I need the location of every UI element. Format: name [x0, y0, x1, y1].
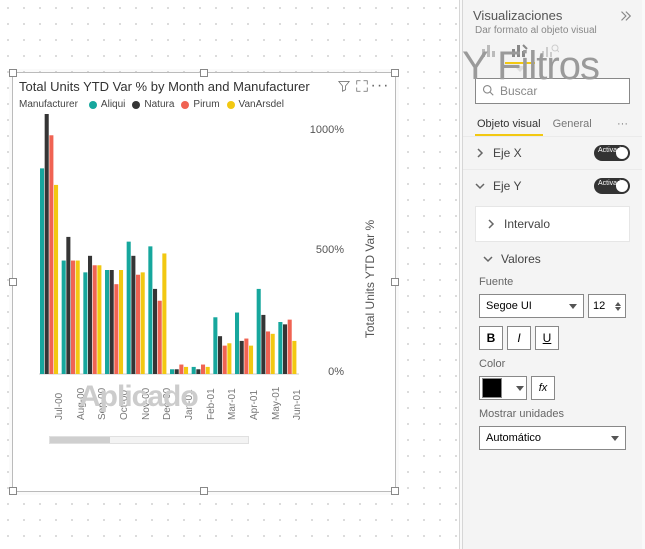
section-intervalo[interactable]: Intervalo: [475, 206, 630, 242]
pane-title: Visualizaciones: [473, 8, 618, 23]
x-tick: Apr-01: [249, 390, 260, 420]
stepper-down-icon[interactable]: [615, 307, 621, 311]
y-tick: 500%: [316, 244, 344, 256]
visual-container[interactable]: Total Units YTD Var % by Month and Manuf…: [12, 72, 396, 492]
legend-swatch: [227, 101, 235, 109]
watermark-text: Aplicado: [79, 380, 198, 414]
legend-swatch: [181, 101, 189, 109]
underline-button[interactable]: U: [535, 326, 559, 350]
resize-handle[interactable]: [9, 278, 17, 286]
x-tick: Jul-00: [54, 393, 65, 420]
legend-swatch: [89, 101, 97, 109]
font-family-select[interactable]: Segoe UI: [479, 294, 584, 318]
focus-mode-icon[interactable]: [353, 77, 371, 95]
x-tick: Feb-01: [206, 388, 217, 420]
build-visual-tab[interactable]: [475, 40, 505, 64]
font-size-value: 12: [593, 300, 605, 312]
bold-button[interactable]: B: [479, 326, 503, 350]
field-label-units: Mostrar unidades: [463, 404, 642, 422]
format-visual-tab[interactable]: [505, 40, 535, 64]
x-axis-toggle[interactable]: Activado: [594, 145, 630, 161]
legend-label: Pirum: [193, 99, 219, 110]
y-tick: 0%: [328, 366, 344, 378]
chevron-down-icon: [475, 180, 487, 192]
y-axis-title: Total Units YTD Var %: [363, 220, 377, 338]
resize-handle[interactable]: [9, 487, 17, 495]
resize-handle[interactable]: [391, 487, 399, 495]
visualizations-pane: Visualizaciones Dar formato al objeto vi…: [462, 0, 642, 549]
chevron-down-icon: [483, 253, 495, 265]
x-tick: Mar-01: [227, 388, 238, 420]
resize-handle[interactable]: [391, 278, 399, 286]
legend-label: Natura: [144, 99, 174, 110]
chevron-right-icon: [475, 147, 487, 159]
section-valores[interactable]: Valores: [463, 246, 642, 272]
tabs-more-icon[interactable]: ···: [615, 114, 630, 136]
section-label: Intervalo: [504, 217, 550, 231]
field-label-font: Fuente: [463, 272, 642, 290]
chevron-down-icon: [516, 386, 524, 391]
horizontal-scrollbar[interactable]: [49, 436, 249, 444]
search-placeholder: Buscar: [500, 84, 537, 98]
expand-pane-icon[interactable]: [618, 9, 632, 23]
chart-plot-area[interactable]: 1000% 500% 0% Total Units YTD Var % Jul-…: [19, 114, 389, 444]
chevron-down-icon: [569, 304, 577, 309]
more-options-icon[interactable]: ···: [371, 77, 389, 95]
display-units-value: Automático: [486, 432, 541, 444]
display-units-select[interactable]: Automático: [479, 426, 626, 450]
pane-subtitle: Dar formato al objeto visual: [463, 25, 642, 40]
y-axis-toggle[interactable]: Activado: [594, 178, 630, 194]
filter-icon[interactable]: [335, 77, 353, 95]
bar-chart: [39, 114, 299, 394]
resize-handle[interactable]: [200, 69, 208, 77]
resize-handle[interactable]: [200, 487, 208, 495]
tab-general[interactable]: General: [551, 114, 594, 136]
fx-button[interactable]: fx: [531, 376, 555, 400]
section-x-axis[interactable]: Eje X Activado: [463, 136, 642, 169]
chevron-down-icon: [611, 436, 619, 441]
font-family-value: Segoe UI: [486, 300, 532, 312]
y-tick: 1000%: [310, 124, 344, 136]
resize-handle[interactable]: [9, 69, 17, 77]
color-swatch: [482, 378, 502, 398]
report-canvas[interactable]: Total Units YTD Var % by Month and Manuf…: [0, 0, 460, 549]
section-label: Valores: [501, 252, 541, 266]
format-search-input[interactable]: Buscar: [475, 78, 630, 104]
x-tick: Jun-01: [292, 389, 303, 420]
search-icon: [482, 84, 494, 99]
legend-label: VanArsdel: [239, 99, 284, 110]
visual-title: Total Units YTD Var % by Month and Manuf…: [19, 79, 335, 94]
legend-title: Manufacturer: [19, 99, 78, 110]
section-y-axis[interactable]: Eje Y Activado: [463, 169, 642, 202]
italic-button[interactable]: I: [507, 326, 531, 350]
x-tick: May-01: [271, 387, 282, 420]
field-label-color: Color: [463, 354, 642, 372]
legend-label: Aliqui: [101, 99, 125, 110]
font-size-input[interactable]: 12: [588, 294, 626, 318]
legend: Manufacturer Aliqui Natura Pirum VanArsd…: [13, 97, 395, 112]
legend-swatch: [132, 101, 140, 109]
section-label: Eje Y: [493, 179, 521, 193]
section-label: Eje X: [493, 146, 522, 160]
analytics-tab[interactable]: [535, 40, 565, 64]
color-picker[interactable]: [479, 376, 527, 400]
chevron-right-icon: [486, 218, 498, 230]
resize-handle[interactable]: [391, 69, 399, 77]
tab-visual[interactable]: Objeto visual: [475, 114, 543, 136]
stepper-up-icon[interactable]: [615, 302, 621, 306]
